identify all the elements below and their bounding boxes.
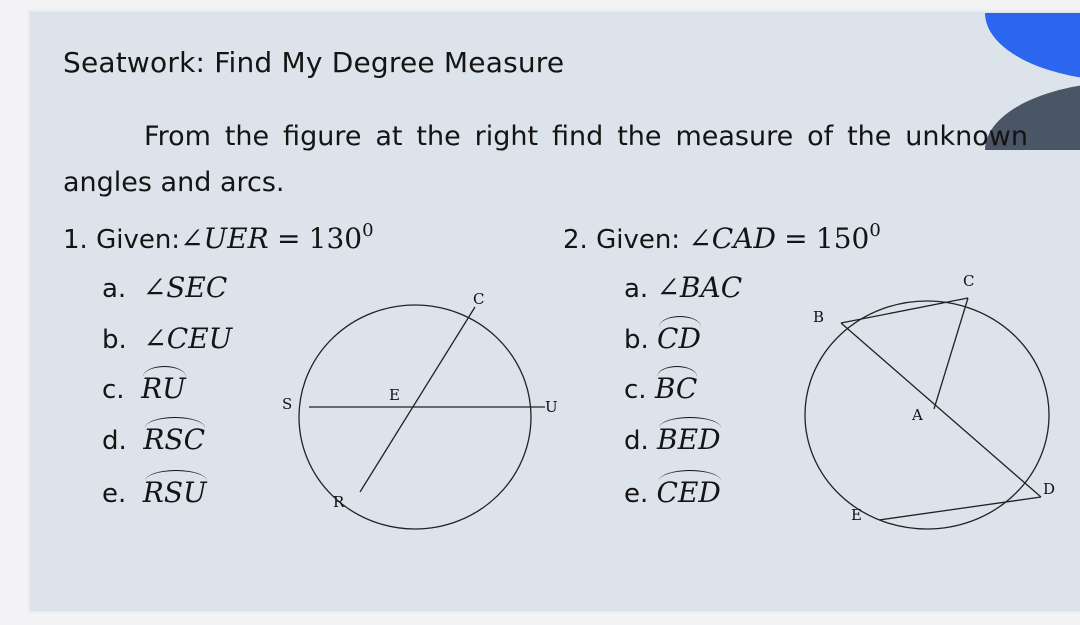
figure2-label-d: D xyxy=(1043,480,1055,498)
figure1-chord-cr xyxy=(359,306,476,493)
figure2-label-a: A xyxy=(911,406,923,424)
figure1-label-u: U xyxy=(545,398,558,416)
figure2-chord-bc xyxy=(840,297,969,324)
figure2-label-b: B xyxy=(813,308,824,326)
problem2-item-e: e. CED xyxy=(624,470,722,509)
problem2-equals: = xyxy=(784,222,808,255)
problem2-given-label: Given: xyxy=(596,225,681,255)
problem2-item-c: c. BC xyxy=(624,366,698,405)
item-expression: ∠BAC xyxy=(656,271,743,304)
figure1-circle-diagram: S E U C R B C A D E xyxy=(282,272,1055,530)
arc-expression: CD xyxy=(657,316,701,355)
problem2-item-b: b. CD xyxy=(624,316,701,355)
item-letter: a. xyxy=(624,274,649,304)
figure1-label-s: S xyxy=(282,395,292,413)
problem2-degree-mark: 0 xyxy=(869,220,881,241)
problem2-item-d: d. BED xyxy=(624,417,721,456)
figure1-label-r: R xyxy=(333,493,345,511)
problem2-given: 2. Given: ∠CAD = 1500 xyxy=(563,220,881,255)
item-letter: d. xyxy=(624,426,649,456)
slide: Seatwork: Find My Degree Measure From th… xyxy=(29,11,1080,612)
figure2-chord-ed xyxy=(878,496,1042,521)
figure1-label-e: E xyxy=(389,386,400,404)
arc-expression: BC xyxy=(654,366,698,405)
problem2-given-angle: ∠CAD xyxy=(688,222,776,255)
item-letter: e. xyxy=(624,479,649,509)
figure2-label-c: C xyxy=(963,272,974,290)
instructions-text: From the figure at the right find the me… xyxy=(63,121,1028,198)
item-letter: b. xyxy=(624,325,649,355)
item-letter: c. xyxy=(624,375,647,405)
arc-expression: BED xyxy=(657,417,721,456)
problem2-item-a: a. ∠BAC xyxy=(624,271,742,304)
figure2-label-e: E xyxy=(851,506,862,524)
figure2-circle xyxy=(804,300,1050,530)
problem2-given-value: 150 xyxy=(815,222,870,255)
problem2-number: 2. xyxy=(563,225,588,255)
figure2-diameter-bd xyxy=(840,322,1042,498)
arc-expression: CED xyxy=(656,470,722,509)
figure2-radius-ac xyxy=(933,297,969,410)
figure1-label-c: C xyxy=(473,290,484,308)
